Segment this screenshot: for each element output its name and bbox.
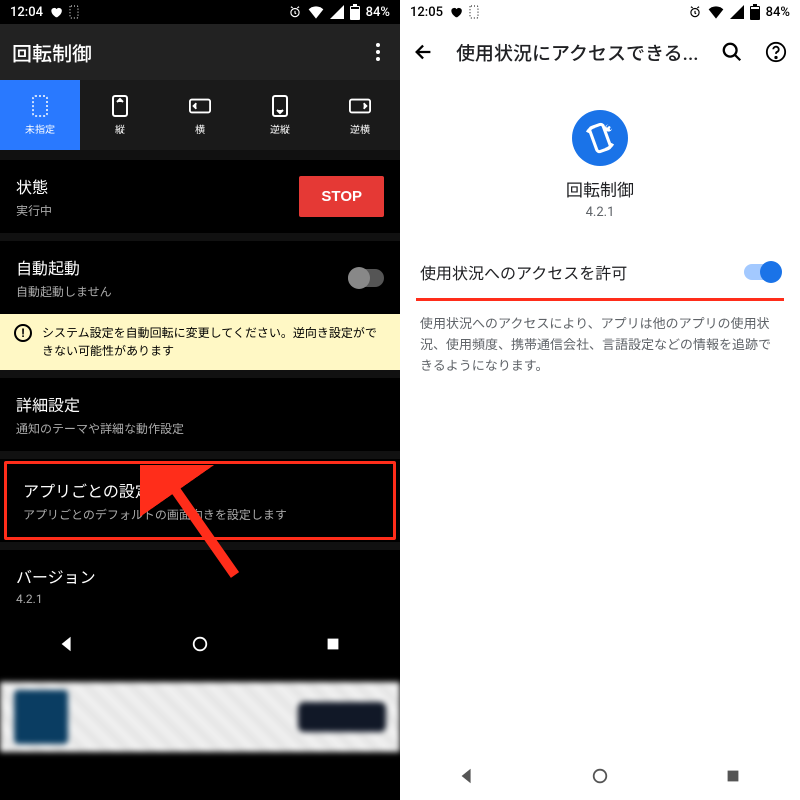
wifi-icon	[308, 5, 324, 19]
tab-portrait[interactable]: 縦	[80, 80, 160, 150]
annotation-underline	[416, 298, 784, 301]
battery-percent: 84%	[366, 5, 390, 20]
app-bar: 回転制御	[0, 24, 400, 80]
version-row[interactable]: バージョン 4.2.1	[0, 550, 400, 620]
permission-label: 使用状況へのアクセスを許可	[420, 260, 627, 284]
state-row[interactable]: 状態 実行中 STOP	[0, 160, 400, 233]
alarm-icon	[288, 5, 302, 19]
app-hero: 回転制御 4.2.1	[416, 110, 784, 220]
perapp-subtitle: アプリごとのデフォルトの画面向きを設定します	[23, 506, 287, 523]
permission-description: 使用状況へのアクセスにより、アプリは他のアプリの使用状況、使用頻度、携帯通信会社…	[416, 315, 784, 377]
state-subtitle: 実行中	[16, 202, 52, 219]
perapp-title: アプリごとの設定	[23, 478, 287, 502]
version-title: バージョン	[16, 564, 96, 588]
detail-settings-row[interactable]: 詳細設定 通知のテーマや詳細な動作設定	[0, 378, 400, 451]
state-title: 状態	[16, 174, 52, 198]
divider	[0, 370, 400, 378]
tab-label: 逆横	[350, 121, 370, 136]
divider	[0, 451, 400, 459]
divider	[0, 542, 400, 550]
orientation-tabs: 未指定 縦 横 逆縦 逆横	[0, 80, 400, 150]
ad-cta-button[interactable]	[298, 702, 386, 732]
dotted-rect-icon	[29, 95, 51, 117]
divider	[0, 150, 400, 160]
nav-home-icon[interactable]	[188, 632, 212, 656]
nav-back-icon[interactable]	[455, 764, 479, 788]
battery-icon	[350, 4, 360, 20]
status-bar: 12:05 84%	[400, 0, 800, 24]
detail-title: 詳細設定	[16, 392, 184, 416]
tab-unspecified[interactable]: 未指定	[0, 80, 80, 150]
clock: 12:04	[10, 5, 43, 20]
heart-icon	[449, 5, 463, 19]
battery-percent: 84%	[766, 5, 790, 20]
permission-toggle-row[interactable]: 使用状況へのアクセスを許可	[416, 246, 784, 298]
dotted-rect-icon	[69, 5, 79, 19]
right-phone-screenshot: 12:05 84% 使用状	[400, 0, 800, 800]
signal-icon	[330, 5, 344, 19]
tab-landscape[interactable]: 横	[160, 80, 240, 150]
wifi-icon	[708, 5, 724, 19]
autostart-row[interactable]: 自動起動 自動起動しません	[0, 241, 400, 314]
warning-banner: ! システム設定を自動回転に変更してください。逆向き設定ができない可能性がありま…	[0, 314, 400, 370]
portrait-icon	[109, 95, 131, 117]
landscape-icon	[189, 95, 211, 117]
ad-banner[interactable]	[0, 682, 400, 752]
overflow-menu-icon[interactable]	[368, 35, 388, 69]
navigation-bar	[400, 752, 800, 800]
content: 回転制御 4.2.1 使用状況へのアクセスを許可 使用状況へのアクセスにより、ア…	[400, 80, 800, 397]
tab-label: 未指定	[25, 121, 55, 136]
autostart-title: 自動起動	[16, 255, 112, 279]
stop-button[interactable]: STOP	[299, 176, 384, 217]
version-subtitle: 4.2.1	[16, 592, 96, 606]
autostart-toggle[interactable]	[348, 269, 384, 287]
app-version: 4.2.1	[586, 205, 615, 220]
rev-landscape-icon	[349, 95, 371, 117]
tab-label: 横	[195, 121, 205, 136]
alarm-icon	[688, 5, 702, 19]
status-bar: 12:04 84%	[0, 0, 400, 24]
tab-rev-landscape[interactable]: 逆横	[320, 80, 400, 150]
left-phone-screenshot: 12:04 84% 回転制御	[0, 0, 400, 800]
back-arrow-icon[interactable]	[412, 40, 436, 64]
heart-icon	[49, 5, 63, 19]
rotate-icon	[572, 110, 628, 166]
app-name: 回転制御	[566, 176, 634, 201]
navigation-bar	[0, 620, 400, 668]
autostart-subtitle: 自動起動しません	[16, 283, 112, 300]
permission-toggle[interactable]	[744, 264, 780, 280]
nav-recent-icon[interactable]	[321, 632, 345, 656]
info-icon: !	[14, 324, 32, 342]
battery-icon	[750, 4, 760, 20]
tab-rev-portrait[interactable]: 逆縦	[240, 80, 320, 150]
search-icon[interactable]	[720, 40, 744, 64]
signal-icon	[730, 5, 744, 19]
tab-label: 逆縦	[270, 121, 290, 136]
rev-portrait-icon	[269, 95, 291, 117]
page-title: 使用状況にアクセスできる...	[456, 39, 700, 66]
help-icon[interactable]	[764, 40, 788, 64]
detail-subtitle: 通知のテーマや詳細な動作設定	[16, 420, 184, 437]
tab-label: 縦	[115, 121, 125, 136]
clock: 12:05	[410, 5, 443, 20]
nav-recent-icon[interactable]	[721, 764, 745, 788]
nav-back-icon[interactable]	[55, 632, 79, 656]
spacer	[400, 397, 800, 752]
ad-thumbnail	[14, 690, 68, 744]
per-app-settings-row[interactable]: アプリごとの設定 アプリごとのデフォルトの画面向きを設定します	[4, 461, 396, 540]
app-title: 回転制御	[12, 38, 92, 67]
divider	[0, 233, 400, 241]
nav-home-icon[interactable]	[588, 764, 612, 788]
app-bar: 使用状況にアクセスできる...	[400, 24, 800, 80]
warning-text: システム設定を自動回転に変更してください。逆向き設定ができない可能性があります	[42, 324, 386, 360]
dotted-rect-icon	[469, 5, 479, 19]
